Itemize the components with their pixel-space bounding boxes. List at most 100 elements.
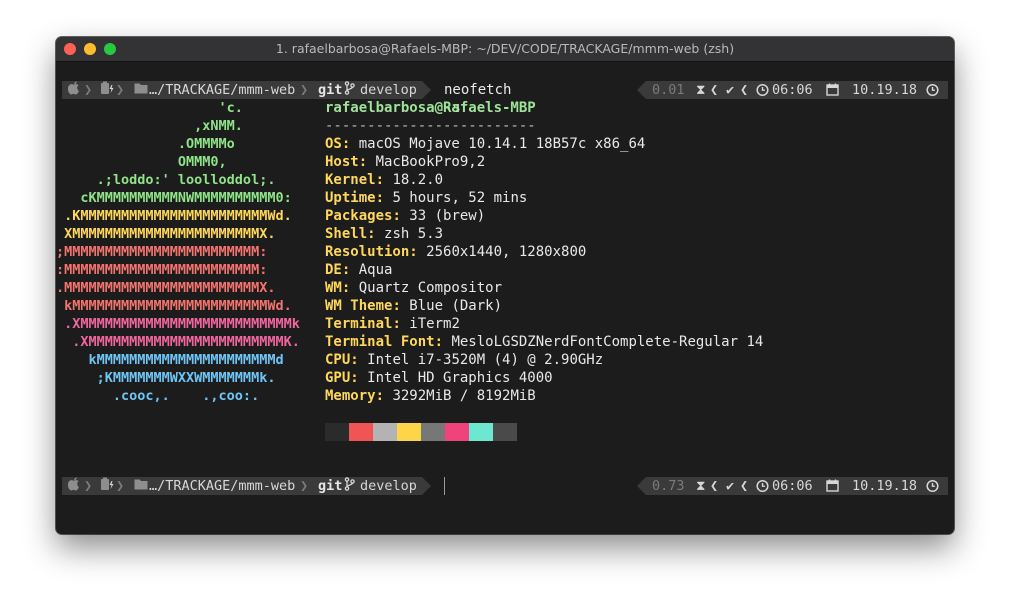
ascii-art-line: .XMMMMMMMMMMMMMMMMMMMMMMMMK.: [56, 334, 300, 350]
info-row: Memory: 3292MiB / 8192MiB: [325, 388, 536, 404]
ascii-art-line: .OMMMMo: [56, 136, 235, 152]
info-key: Uptime: [325, 190, 376, 206]
color-swatch: [421, 423, 445, 441]
ascii-art-line: ,xNMM.: [56, 118, 243, 134]
info-value: 18.2.0: [392, 172, 444, 188]
current-path: …/TRACKAGE/mmm-web: [149, 478, 296, 494]
battery-charging-icon: [100, 477, 114, 496]
info-value: Blue (Dark): [409, 298, 503, 314]
ascii-art-line: .cooc,. .,coo:.: [56, 388, 260, 404]
prompt-right-segment: 0.73 ⧗ ❮ ✔ ❮ 06:06 10.19.18: [637, 477, 948, 495]
info-row: Terminal Font: MesloLGSDZNerdFontComplet…: [325, 334, 764, 350]
branch-icon: [344, 81, 355, 100]
folder-icon: [134, 81, 148, 100]
ascii-art-line: 'c.: [56, 100, 243, 116]
battery-charging-icon: [100, 81, 114, 100]
info-key: WM: [325, 280, 342, 296]
prompt-right-segment: 0.01 ⧗ ❮ ✔ ❮ 06:06 10.19.18: [637, 81, 948, 99]
info-value: zsh 5.3: [384, 226, 444, 242]
user-host: rafaelbarbosa@Rafaels-MBP: [325, 100, 536, 116]
color-swatch: [469, 423, 493, 441]
ascii-art-line: .KMMMMMMMMMMMMMMMMMMMMMMMWd.: [56, 208, 292, 224]
clock-small-icon: [926, 477, 939, 500]
info-row: Packages: 33 (brew): [325, 208, 486, 224]
hourglass-icon: ⧗: [696, 82, 706, 98]
info-value: iTerm2: [409, 316, 460, 332]
info-key: Shell: [325, 226, 368, 242]
info-key: Terminal Font: [325, 334, 435, 350]
info-key: GPU: [325, 370, 351, 386]
ascii-art-line: .;loddo:' loolloddol;.: [56, 172, 276, 188]
clock-icon: [756, 81, 769, 104]
color-swatch: [445, 423, 469, 441]
color-swatch: [325, 423, 349, 441]
check-icon: ✔: [726, 82, 735, 98]
git-label: git: [318, 82, 343, 98]
color-swatch: [397, 423, 421, 441]
clock-small-icon: [926, 81, 939, 104]
load-average: 0.01: [652, 82, 685, 98]
info-row: Shell: zsh 5.3: [325, 226, 444, 242]
ascii-art-line: XMMMMMMMMMMMMMMMMMMMMMMMX.: [56, 226, 276, 242]
prompt-left-segment: ❯ ❯ …/TRACKAGE/mmm-web ❯ git develop: [62, 477, 431, 496]
ascii-art-line: ;KMMMMMMMWXXWMMMMMMMk.: [56, 370, 276, 386]
info-key: Packages: [325, 208, 393, 224]
current-path: …/TRACKAGE/mmm-web: [149, 82, 296, 98]
info-key: DE: [325, 262, 342, 278]
info-key: Memory: [325, 388, 376, 404]
info-row: OS: macOS Mojave 10.14.1 18B57c x86_64: [325, 136, 646, 152]
info-key: OS: [325, 136, 342, 152]
color-swatch: [349, 423, 373, 441]
apple-icon: [67, 81, 80, 100]
calendar-icon: [826, 477, 839, 500]
info-value: 33 (brew): [409, 208, 486, 224]
info-key: Kernel: [325, 172, 376, 188]
apple-icon: [67, 477, 80, 496]
window-title: 1. rafaelbarbosa@Rafaels-MBP: ~/DEV/CODE…: [275, 41, 735, 56]
info-value: MacBookPro9,2: [375, 154, 486, 170]
info-value: 2560x1440, 1280x800: [426, 244, 587, 260]
info-row: Resolution: 2560x1440, 1280x800: [325, 244, 587, 260]
terminal-window: 1. rafaelbarbosa@Rafaels-MBP: ~/DEV/CODE…: [56, 37, 954, 534]
load-average: 0.73: [652, 478, 685, 494]
ascii-art-line: kMMMMMMMMMMMMMMMMMMMMMMd: [56, 352, 284, 368]
date: 10.19.18: [852, 82, 918, 98]
info-key: Terminal: [325, 316, 393, 332]
folder-icon: [134, 477, 148, 496]
time: 06:06: [772, 82, 813, 98]
text-cursor[interactable]: [444, 477, 445, 495]
color-swatch: [493, 423, 517, 441]
info-row: WM: Quartz Compositor: [325, 280, 503, 296]
info-value: Aqua: [358, 262, 393, 278]
info-key: WM Theme: [325, 298, 393, 314]
info-value: Intel HD Graphics 4000: [367, 370, 553, 386]
time: 06:06: [772, 478, 813, 494]
check-icon: ✔: [726, 478, 735, 494]
clock-icon: [756, 477, 769, 500]
git-branch: develop: [360, 82, 417, 98]
info-row: Terminal: iTerm2: [325, 316, 460, 332]
info-row: Host: MacBookPro9,2: [325, 154, 486, 170]
ascii-art-line: cKMMMMMMMMMMNWMMMMMMMMMM0:: [56, 190, 292, 206]
title-bar[interactable]: 1. rafaelbarbosa@Rafaels-MBP: ~/DEV/CODE…: [56, 37, 954, 62]
info-row: GPU: Intel HD Graphics 4000: [325, 370, 553, 386]
info-row: DE: Aqua: [325, 262, 393, 278]
info-row: Kernel: 18.2.0: [325, 172, 444, 188]
info-value: 5 hours, 52 mins: [392, 190, 528, 206]
info-value: Intel i7-3520M (4) @ 2.90GHz: [367, 352, 604, 368]
branch-icon: [344, 477, 355, 496]
info-row: CPU: Intel i7-3520M (4) @ 2.90GHz: [325, 352, 604, 368]
info-row: Uptime: 5 hours, 52 mins: [325, 190, 528, 206]
ascii-art-line: kMMMMMMMMMMMMMMMMMMMMMMMMWd.: [56, 298, 292, 314]
system-info: rafaelbarbosa@Rafaels-MBP --------------…: [325, 99, 763, 404]
separator-line: -------------------------: [325, 118, 536, 134]
hourglass-icon: ⧗: [696, 478, 706, 494]
info-key: CPU: [325, 352, 351, 368]
color-swatch: [373, 423, 397, 441]
info-value: Quartz Compositor: [358, 280, 503, 296]
calendar-icon: [826, 81, 839, 104]
git-label: git: [318, 478, 343, 494]
info-row: WM Theme: Blue (Dark): [325, 298, 503, 314]
info-key: Host: [325, 154, 359, 170]
info-key: Resolution: [325, 244, 410, 260]
